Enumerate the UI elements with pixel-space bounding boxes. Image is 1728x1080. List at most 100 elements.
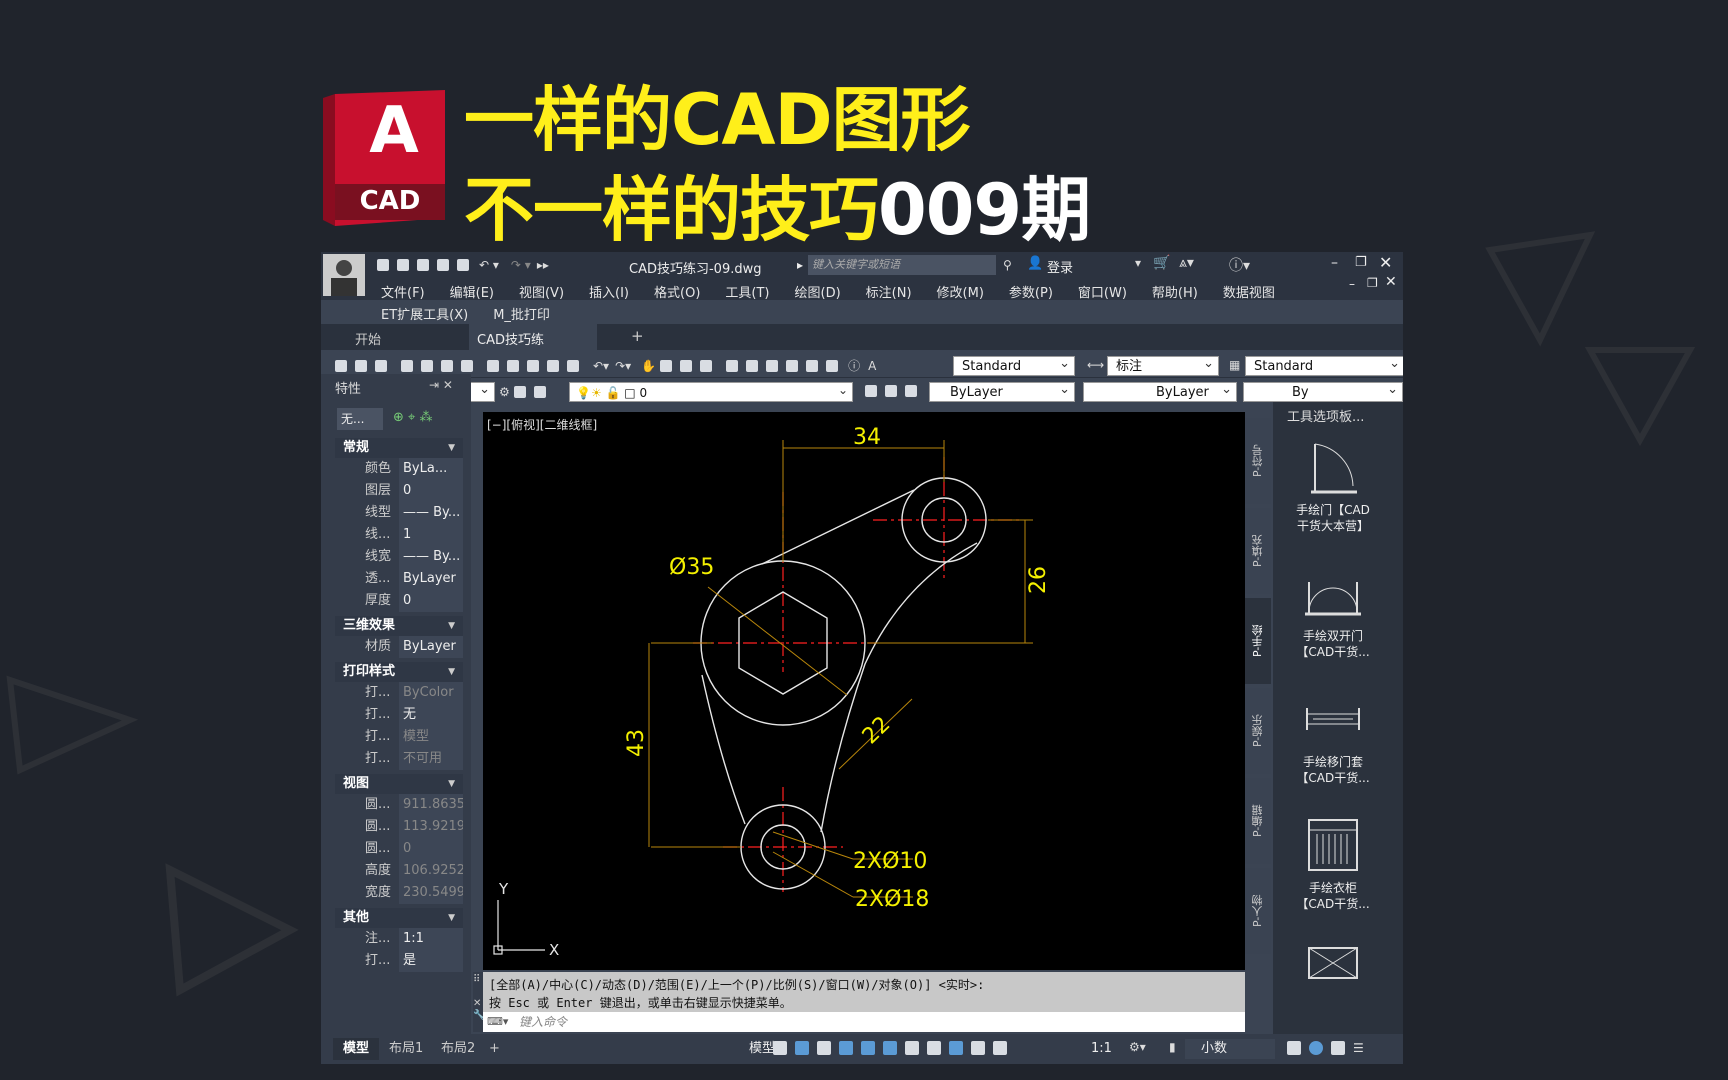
property-value[interactable]: 0 [399, 480, 463, 502]
markup-icon[interactable] [806, 359, 819, 372]
dim-style-select[interactable]: 标注 [1107, 354, 1219, 376]
preview-icon[interactable] [421, 359, 433, 372]
tab-active-document[interactable]: CAD技巧练习-09*✕ [469, 324, 597, 367]
transparency-icon[interactable] [927, 1041, 941, 1055]
property-row[interactable]: 打... 是 [335, 950, 463, 972]
menu-item[interactable]: 窗口(W) [1078, 282, 1127, 301]
tool-double-door[interactable]: 手绘双开门 【CAD干货... [1273, 562, 1393, 660]
tool-wardrobe[interactable]: 手绘衣柜 【CAD干货... [1273, 814, 1393, 912]
3d-print-icon[interactable] [461, 359, 473, 372]
property-value[interactable]: 1:1 [399, 928, 463, 950]
match-properties-icon[interactable] [547, 359, 559, 372]
property-row[interactable]: 打... 模型 [335, 726, 463, 748]
osnap-icon[interactable] [883, 1041, 897, 1055]
property-row[interactable]: 颜色 ByLa... [335, 458, 463, 480]
lineweight-icon[interactable] [905, 1041, 919, 1055]
menu-item-batch-print[interactable]: M_批打印 [493, 304, 550, 323]
property-row[interactable]: 线型 —— By... [335, 502, 463, 524]
close-icon[interactable]: ✕ [1379, 253, 1392, 272]
property-row[interactable]: 透... ByLayer [335, 568, 463, 590]
property-value[interactable]: 113.9219 [399, 816, 463, 838]
user-icon[interactable]: 👤 [1027, 256, 1043, 271]
property-value[interactable]: 106.9252 [399, 860, 463, 882]
selection-select[interactable]: 无... [337, 408, 383, 430]
more-icon[interactable]: ▸▸ [537, 258, 549, 272]
property-row[interactable]: 打... 无 [335, 704, 463, 726]
menu-item[interactable]: 视图(V) [519, 282, 564, 301]
property-value[interactable]: ByLa... [399, 458, 463, 480]
palette-tab-fun[interactable]: P-娱乐 [1245, 688, 1271, 774]
annotation-scale-icon[interactable] [993, 1041, 1007, 1055]
menu-item[interactable]: 工具(T) [725, 282, 769, 301]
property-row[interactable]: 线... 1 [335, 524, 463, 546]
grid-icon[interactable] [773, 1041, 787, 1055]
login-dropdown-icon[interactable]: ▾ [1135, 256, 1141, 270]
property-section[interactable]: 打印样式 [335, 662, 463, 682]
property-row[interactable]: 圆... 0 [335, 838, 463, 860]
tab-start[interactable]: 开始 [355, 329, 381, 348]
property-row[interactable]: 图层 0 [335, 480, 463, 502]
block-editor-icon[interactable] [567, 359, 579, 372]
share-icon[interactable]: ⩓▾ [1179, 255, 1194, 271]
zoom-realtime-icon[interactable] [660, 359, 673, 372]
customize-menu-icon[interactable]: ☰ [1353, 1041, 1364, 1055]
doc-restore-icon[interactable]: ❐ [1367, 276, 1378, 290]
workspace-gear-icon[interactable]: ⚙▾ [1129, 1040, 1146, 1054]
save-icon[interactable] [375, 359, 387, 372]
help-icon[interactable]: ⓘ▾ [1229, 255, 1250, 275]
new-icon[interactable] [335, 359, 347, 372]
command-grip[interactable]: ⠿ ✕ 🔧 [473, 972, 485, 1032]
property-value[interactable]: 0 [399, 838, 463, 860]
tool-sliding-door[interactable]: 手绘移门套 【CAD干货... [1273, 688, 1393, 786]
isolate-icon[interactable] [1309, 1041, 1323, 1055]
tab-model[interactable]: 模型 [333, 1038, 380, 1060]
menu-item[interactable]: 文件(F) [381, 282, 425, 301]
property-value[interactable]: 0 [399, 590, 463, 612]
units-select[interactable]: 小数 [1185, 1039, 1275, 1059]
save-as-icon[interactable] [437, 259, 449, 271]
polar-icon[interactable] [839, 1041, 853, 1055]
tab-layout2[interactable]: 布局2 [431, 1038, 485, 1060]
property-row[interactable]: 厚度 0 [335, 590, 463, 612]
add-layout-button[interactable]: + [479, 1038, 510, 1060]
property-row[interactable]: 宽度 230.5499 [335, 882, 463, 904]
color-select[interactable]: ByLayer [929, 380, 1075, 402]
property-value[interactable]: 模型 [399, 726, 463, 748]
property-section[interactable]: 视图 [335, 774, 463, 794]
help-icon[interactable]: ⓘ [848, 357, 860, 374]
property-value[interactable]: —— By... [399, 546, 463, 568]
text-style-select[interactable]: Standard [953, 354, 1075, 376]
tool-crate[interactable] [1273, 942, 1393, 1008]
doc-close-icon[interactable]: ✕ [1385, 274, 1397, 290]
open-file-icon[interactable] [397, 259, 409, 271]
quick-props-icon[interactable] [1287, 1041, 1301, 1055]
hardware-icon[interactable] [1331, 1041, 1345, 1055]
property-value[interactable]: 不可用 [399, 748, 463, 770]
property-value[interactable]: ByLayer [399, 636, 463, 658]
property-row[interactable]: 注... 1:1 [335, 928, 463, 950]
design-center-icon[interactable] [746, 359, 759, 372]
search-arrow-icon[interactable]: ▸ [797, 258, 803, 272]
cart-icon[interactable]: 🛒 [1153, 255, 1170, 271]
plot-icon[interactable] [401, 359, 413, 372]
isodraft-icon[interactable] [861, 1041, 875, 1055]
command-input[interactable]: 键入命令 [483, 1012, 1245, 1032]
property-row[interactable]: 圆... 911.8635 [335, 794, 463, 816]
layer-match-icon[interactable] [885, 385, 897, 397]
table-style-select[interactable]: Standard [1245, 354, 1403, 376]
property-value[interactable]: 1 [399, 524, 463, 546]
annotation-visibility-icon[interactable] [949, 1041, 963, 1055]
property-value[interactable]: —— By... [399, 502, 463, 524]
copy-icon[interactable] [507, 359, 519, 372]
property-section[interactable]: 三维效果 [335, 616, 463, 636]
palette-tab-people[interactable]: P-人物 [1245, 868, 1271, 954]
redo-icon[interactable]: ↷ ▾ [511, 258, 531, 272]
layer-settings-icon[interactable]: ⚙ [499, 385, 510, 399]
palette-tab-symbol[interactable]: P-符号 [1245, 418, 1271, 504]
drawing-canvas[interactable]: [−][俯视][二维线框] Y X 34 26 43 22 Ø35 2XØ10 … [483, 412, 1245, 970]
doc-minimize-icon[interactable]: – [1349, 277, 1355, 291]
menu-item[interactable]: 格式(O) [654, 282, 700, 301]
print-icon[interactable] [457, 259, 469, 271]
new-tab-button[interactable]: + [631, 327, 644, 345]
ortho-icon[interactable] [817, 1041, 831, 1055]
